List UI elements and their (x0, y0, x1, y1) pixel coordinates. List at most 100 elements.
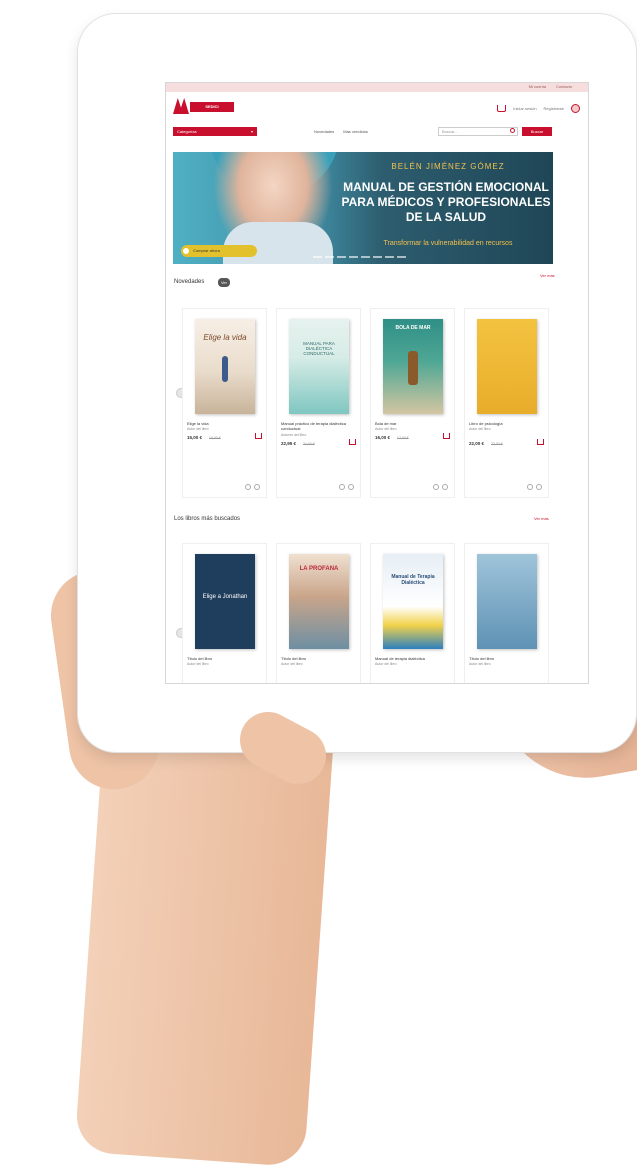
book-cover: Manual de Terapia Dialéctica (383, 554, 443, 649)
product-author: Autor del libro (375, 427, 397, 431)
favorite-icon[interactable] (254, 484, 260, 490)
carousel-dot[interactable] (361, 256, 370, 258)
product-author: Autor del libro (375, 662, 397, 666)
product-title[interactable]: Título del libro (281, 656, 359, 661)
carousel-dot[interactable] (337, 256, 346, 258)
book-cover: LA PROFANA (289, 554, 349, 649)
product-title[interactable]: Manual de terapia dialéctica (375, 656, 453, 661)
product-title[interactable]: Bola de mar (375, 421, 453, 426)
carousel-dot[interactable] (397, 256, 406, 258)
book-cover (477, 554, 537, 649)
cover-figure (408, 351, 418, 385)
topbar-link-contact[interactable]: Contacto (556, 84, 572, 92)
favorite-icon[interactable] (442, 484, 448, 490)
nav-links: Novedades Más vendidos (314, 129, 368, 134)
cover-title: LA PROFANA (299, 566, 339, 572)
book-cover: Elige la vida (195, 319, 255, 414)
product-card[interactable]: Elige la vida Elige la vida Autor del li… (182, 308, 267, 498)
product-card[interactable]: BOLA DE MAR Bola de mar Autor del libro … (370, 308, 455, 498)
product-old-price: 16,00 € (209, 436, 221, 440)
chevron-down-icon: ▾ (250, 129, 253, 134)
search-icon[interactable] (510, 128, 515, 133)
see-all-buscados-link[interactable]: Ver más (534, 516, 549, 521)
carousel-dot[interactable] (349, 256, 358, 258)
carousel-dots[interactable] (313, 256, 406, 258)
nav-link-novedades[interactable]: Novedades (314, 129, 334, 134)
product-author: Autor del libro (187, 662, 209, 666)
cover-title: MANUAL PARA DIALÉCTICA CONDUCTUAL (303, 341, 335, 356)
share-icon[interactable] (339, 484, 345, 490)
user-avatar-icon[interactable] (571, 104, 580, 113)
add-to-cart-icon[interactable] (537, 439, 544, 445)
product-title[interactable]: Libro de psicología (469, 421, 547, 426)
carousel-dot[interactable] (325, 256, 334, 258)
product-card[interactable]: Libro de psicología Autor del libro 22,0… (464, 308, 549, 498)
register-link[interactable]: Registrarse (544, 106, 564, 111)
add-to-cart-icon[interactable] (255, 433, 262, 439)
search-input[interactable]: Buscar... (438, 127, 518, 136)
cart-icon[interactable] (497, 105, 507, 112)
cover-title: Elige la vida (203, 333, 247, 342)
categories-label: Categorías (177, 129, 197, 134)
add-to-cart-icon[interactable] (349, 439, 356, 445)
site-logo[interactable]: SEDICI (173, 98, 235, 120)
product-old-price: 24,00 € (303, 442, 315, 446)
cover-figure (222, 356, 228, 382)
carousel-dot[interactable] (373, 256, 382, 258)
book-cover: BOLA DE MAR (383, 319, 443, 414)
logo-mark-icon (173, 98, 189, 114)
product-card[interactable]: Elige a Jonathan Título del libro Autor … (182, 543, 267, 683)
logo-text: SEDICI (190, 102, 234, 112)
add-to-cart-icon[interactable] (443, 433, 450, 439)
product-old-price: 17,00 € (397, 436, 409, 440)
banner-subtitle: Transformar la vulnerabilidad en recurso… (383, 240, 513, 247)
header-actions: Iniciar sesión Registrarse (497, 104, 580, 113)
top-bar: Mi cuenta Contacto (166, 83, 588, 92)
book-cover: MANUAL PARA DIALÉCTICA CONDUCTUAL (289, 319, 349, 414)
banner-cta-button[interactable]: Comprar ahora (181, 245, 257, 257)
share-icon[interactable] (527, 484, 533, 490)
product-title[interactable]: Título del libro (187, 656, 265, 661)
product-title[interactable]: Manual práctico de terapia dialéctica co… (281, 421, 359, 431)
share-icon[interactable] (433, 484, 439, 490)
product-title[interactable]: Elige la vida (187, 421, 265, 426)
product-price: 15,00 € (187, 435, 203, 440)
product-author: Autor del libro (469, 662, 491, 666)
banner-author: BELÉN JIMÉNEZ GÓMEZ (391, 162, 505, 171)
product-title[interactable]: Título del libro (469, 656, 547, 661)
see-all-novedades-link[interactable]: Ver más (540, 273, 555, 278)
product-old-price: 23,00 € (491, 442, 503, 446)
nav-link-mas-vendidos[interactable]: Más vendidos (343, 129, 368, 134)
product-price: 22,95 € (281, 441, 297, 446)
product-author: Autor del libro (187, 427, 209, 431)
nav-row: Categorías ▾ Novedades Más vendidos Busc… (166, 124, 588, 140)
play-icon (183, 248, 189, 254)
product-card[interactable]: MANUAL PARA DIALÉCTICA CONDUCTUAL Manual… (276, 308, 361, 498)
product-price: 22,00 € (469, 441, 485, 446)
product-card[interactable]: Manual de Terapia Dialéctica Manual de t… (370, 543, 455, 683)
carousel-dot[interactable] (313, 256, 322, 258)
favorite-icon[interactable] (536, 484, 542, 490)
product-row-buscados: Elige a Jonathan Título del libro Autor … (174, 543, 574, 683)
banner-title: MANUAL DE GESTIÓN EMOCIONAL PARA MÉDICOS… (341, 180, 551, 224)
tablet-screen: Mi cuenta Contacto SEDICI Iniciar sesión… (165, 82, 589, 684)
topbar-link-account[interactable]: Mi cuenta (529, 84, 546, 92)
product-author: Autores del libro (281, 433, 307, 437)
product-author: Autor del libro (281, 662, 303, 666)
login-link[interactable]: Iniciar sesión (513, 106, 536, 111)
site-header: SEDICI Iniciar sesión Registrarse (166, 92, 588, 124)
section-title-novedades: Novedades (174, 279, 205, 285)
favorite-icon[interactable] (348, 484, 354, 490)
product-author: Autor del libro (469, 427, 491, 431)
categories-dropdown[interactable]: Categorías ▾ (173, 127, 257, 136)
book-cover (477, 319, 537, 414)
product-price: 16,00 € (375, 435, 391, 440)
product-card[interactable]: LA PROFANA Título del libro Autor del li… (276, 543, 361, 683)
cover-title: Elige a Jonathan (202, 594, 248, 600)
share-icon[interactable] (245, 484, 251, 490)
section-badge-novedades[interactable]: Ver (218, 278, 230, 287)
hero-banner[interactable]: BELÉN JIMÉNEZ GÓMEZ MANUAL DE GESTIÓN EM… (173, 152, 553, 264)
product-card[interactable]: Título del libro Autor del libro (464, 543, 549, 683)
search-button[interactable]: Buscar (522, 127, 552, 136)
carousel-dot[interactable] (385, 256, 394, 258)
